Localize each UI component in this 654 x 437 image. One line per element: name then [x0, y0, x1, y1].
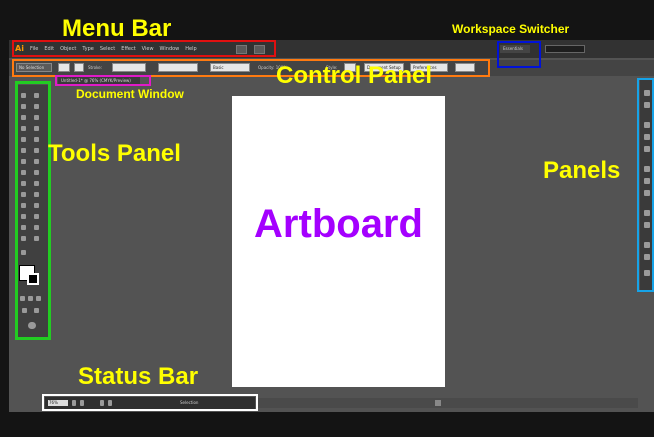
workspace-switcher-label: Workspace Switcher — [452, 22, 570, 36]
panels-label: Panels — [543, 157, 621, 184]
menu-bar-label: Menu Bar — [62, 15, 172, 42]
document-window-highlight — [55, 75, 151, 86]
document-window-label: Document Window — [76, 87, 184, 101]
horizontal-scrollbar[interactable] — [258, 398, 638, 408]
status-bar-label: Status Bar — [78, 363, 199, 390]
status-bar-highlight — [42, 394, 258, 411]
screenshot-stage: Ai File Edit Object Type Select Effect V… — [0, 0, 654, 437]
artboard-label: Artboard — [254, 202, 423, 246]
help-search-input[interactable] — [545, 45, 585, 53]
tools-panel-label: Tools Panel — [48, 140, 181, 167]
horizontal-scroll-thumb[interactable] — [435, 400, 441, 406]
control-panel-label: Control Panel — [276, 62, 433, 89]
tools-panel-highlight — [15, 81, 51, 340]
menu-bar-highlight — [12, 40, 276, 57]
panels-highlight — [637, 78, 654, 292]
workspace-switcher-highlight — [497, 41, 541, 68]
